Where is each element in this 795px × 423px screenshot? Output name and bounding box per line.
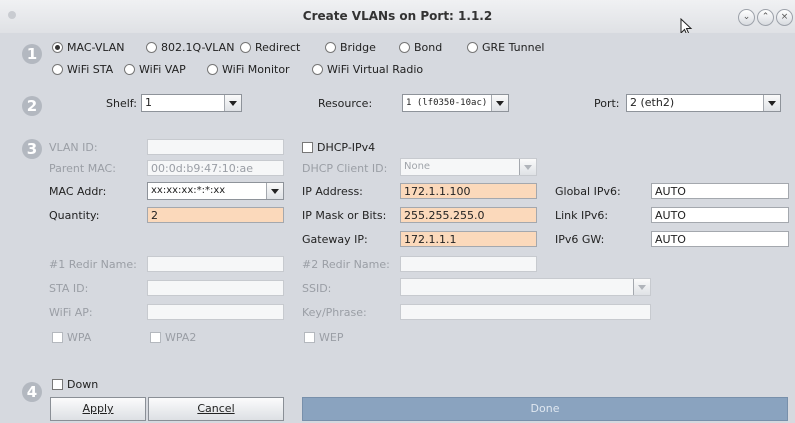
resource-label: Resource: bbox=[318, 97, 373, 110]
wifi-ap-label: WiFi AP: bbox=[49, 306, 93, 319]
global-ipv6-label: Global IPv6: bbox=[555, 185, 621, 198]
section-2-marker: 2 bbox=[22, 96, 42, 116]
gateway-ip-input[interactable]: 172.1.1.1 bbox=[400, 231, 537, 247]
radio-bridge[interactable]: Bridge bbox=[325, 41, 376, 54]
chevron-down-icon bbox=[266, 183, 283, 199]
sta-id-label: STA ID: bbox=[49, 282, 89, 295]
radio-indicator bbox=[240, 42, 251, 53]
radio-wifi-sta[interactable]: WiFi STA bbox=[52, 63, 113, 76]
done-progress-bar: Done bbox=[302, 397, 788, 421]
vlan-id-label: VLAN ID: bbox=[49, 141, 98, 154]
ip-address-label: IP Address: bbox=[302, 185, 363, 198]
dialog-body bbox=[0, 33, 795, 423]
wep-checkbox[interactable]: WEP bbox=[304, 331, 343, 344]
shelf-select[interactable]: 1 bbox=[141, 94, 242, 112]
radio-indicator bbox=[207, 64, 218, 75]
radio-8021q-vlan[interactable]: 802.1Q-VLAN bbox=[146, 41, 234, 54]
quantity-input[interactable]: 2 bbox=[147, 207, 284, 223]
minimize-icon[interactable]: ⌄ bbox=[738, 9, 755, 26]
close-icon[interactable]: × bbox=[776, 9, 793, 26]
dhcp-client-id-select[interactable]: None bbox=[400, 158, 537, 176]
redir2-input[interactable] bbox=[400, 256, 537, 272]
redir1-input[interactable] bbox=[147, 256, 284, 272]
radio-bond[interactable]: Bond bbox=[399, 41, 442, 54]
radio-wifi-virtual-radio[interactable]: WiFi Virtual Radio bbox=[312, 63, 423, 76]
radio-redirect[interactable]: Redirect bbox=[240, 41, 300, 54]
chevron-down-icon bbox=[491, 95, 508, 111]
window-title: Create VLANs on Port: 1.1.2 bbox=[302, 9, 493, 23]
gateway-ip-label: Gateway IP: bbox=[302, 233, 368, 246]
radio-indicator bbox=[467, 42, 478, 53]
radio-indicator bbox=[52, 64, 63, 75]
shelf-label: Shelf: bbox=[106, 97, 137, 110]
checkbox-box bbox=[150, 332, 161, 343]
redir2-label: #2 Redir Name: bbox=[302, 258, 390, 271]
chevron-down-icon bbox=[633, 279, 650, 295]
checkbox-box bbox=[52, 332, 63, 343]
parent-mac-label: Parent MAC: bbox=[49, 162, 116, 175]
chevron-down-icon bbox=[519, 159, 536, 175]
sta-id-input[interactable] bbox=[147, 280, 284, 296]
cancel-button[interactable]: Cancel bbox=[148, 397, 284, 421]
apply-button[interactable]: Apply bbox=[50, 397, 146, 421]
ipv6-gw-input[interactable]: AUTO bbox=[651, 231, 789, 247]
resource-select[interactable]: 1 (lf0350-10ac) bbox=[402, 94, 509, 112]
wifi-ap-input[interactable] bbox=[147, 304, 284, 320]
ipv6-gw-label: IPv6 GW: bbox=[555, 233, 605, 246]
ip-mask-input[interactable]: 255.255.255.0 bbox=[400, 207, 537, 223]
wpa-checkbox[interactable]: WPA bbox=[52, 331, 91, 344]
checkbox-box bbox=[304, 332, 315, 343]
global-ipv6-input[interactable]: AUTO bbox=[651, 183, 789, 199]
link-ipv6-input[interactable]: AUTO bbox=[651, 207, 789, 223]
radio-gre-tunnel[interactable]: GRE Tunnel bbox=[467, 41, 544, 54]
chevron-down-icon bbox=[763, 95, 780, 111]
checkbox-box bbox=[302, 142, 313, 153]
parent-mac-input[interactable]: 00:0d:b9:47:10:ae bbox=[147, 160, 284, 176]
mac-addr-label: MAC Addr: bbox=[49, 185, 107, 198]
radio-indicator bbox=[146, 42, 157, 53]
radio-indicator bbox=[52, 42, 63, 53]
radio-wifi-monitor[interactable]: WiFi Monitor bbox=[207, 63, 290, 76]
ip-address-input[interactable]: 172.1.1.100 bbox=[400, 183, 537, 199]
key-phrase-input[interactable] bbox=[400, 304, 651, 320]
ssid-select[interactable] bbox=[400, 278, 651, 296]
chevron-down-icon bbox=[224, 95, 241, 111]
link-ipv6-label: Link IPv6: bbox=[555, 209, 609, 222]
section-1-marker: 1 bbox=[22, 44, 42, 64]
radio-indicator bbox=[124, 64, 135, 75]
redir1-label: #1 Redir Name: bbox=[49, 258, 137, 271]
radio-indicator bbox=[312, 64, 323, 75]
radio-indicator bbox=[399, 42, 410, 53]
ip-mask-label: IP Mask or Bits: bbox=[302, 209, 387, 222]
checkbox-box bbox=[52, 379, 63, 390]
mac-addr-select[interactable]: xx:xx:xx:*:*:xx bbox=[147, 182, 284, 200]
down-checkbox[interactable]: Down bbox=[52, 378, 98, 391]
ssid-label: SSID: bbox=[302, 282, 332, 295]
dhcp-client-id-label: DHCP Client ID: bbox=[302, 162, 388, 175]
radio-mac-vlan[interactable]: MAC-VLAN bbox=[52, 41, 125, 54]
dhcp-ipv4-checkbox[interactable]: DHCP-IPv4 bbox=[302, 141, 375, 154]
section-3-marker: 3 bbox=[22, 139, 42, 159]
port-select[interactable]: 2 (eth2) bbox=[626, 94, 781, 112]
maximize-icon[interactable]: ⌃ bbox=[757, 9, 774, 26]
wpa2-checkbox[interactable]: WPA2 bbox=[150, 331, 196, 344]
port-label: Port: bbox=[594, 97, 620, 110]
radio-wifi-vap[interactable]: WiFi VAP bbox=[124, 63, 186, 76]
section-4-marker: 4 bbox=[22, 382, 42, 402]
vlan-id-input[interactable] bbox=[147, 139, 284, 155]
quantity-label: Quantity: bbox=[49, 209, 100, 222]
key-phrase-label: Key/Phrase: bbox=[302, 306, 367, 319]
radio-indicator bbox=[325, 42, 336, 53]
